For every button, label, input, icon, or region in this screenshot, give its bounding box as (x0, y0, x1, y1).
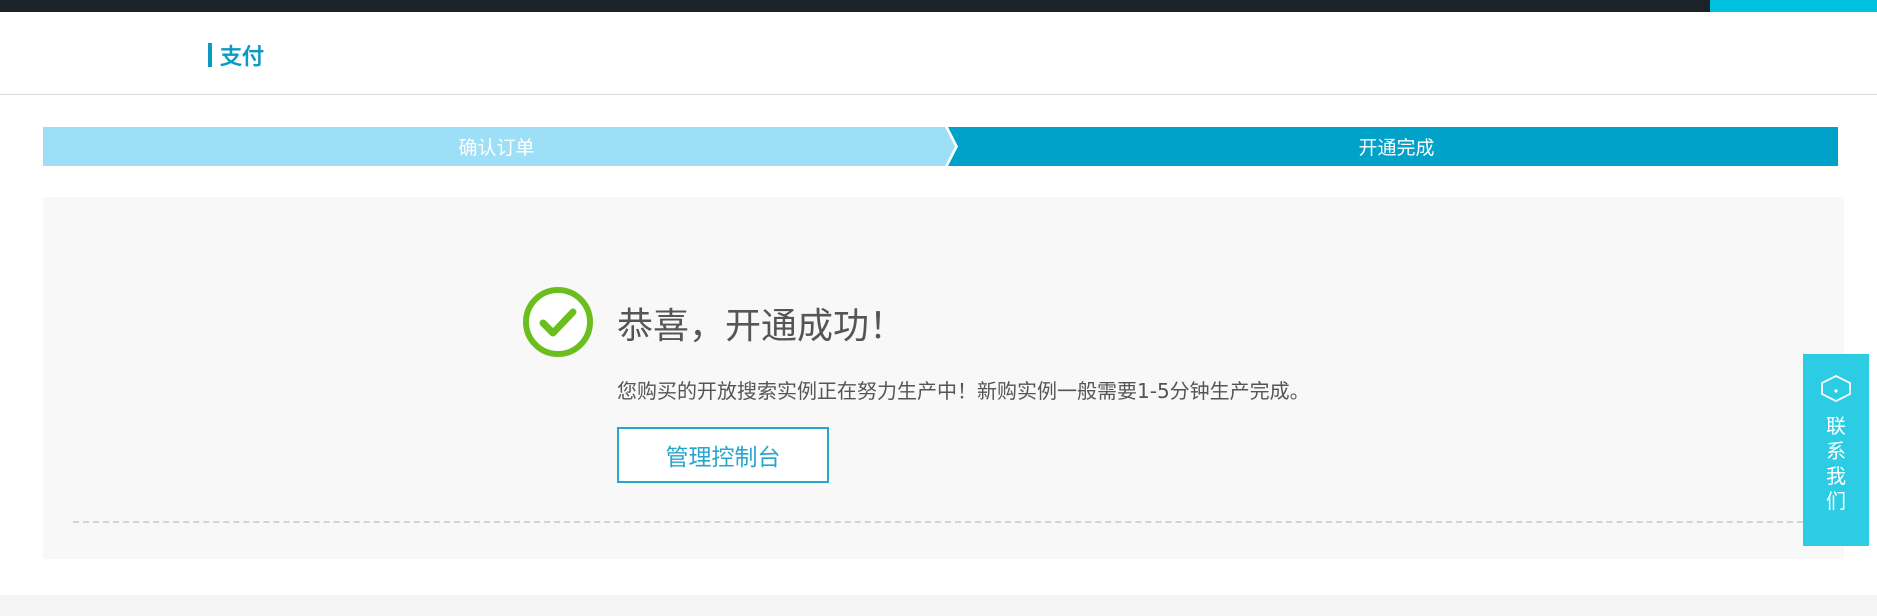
result-panel: 恭喜，开通成功！ 您购买的开放搜索实例正在努力生产中！新购实例一般需要1-5分钟… (43, 197, 1844, 559)
page-header: 支付 (0, 12, 1877, 95)
contact-us-widget[interactable]: 联系我们 (1803, 354, 1869, 546)
check-circle-icon (523, 287, 593, 357)
contact-us-label: 联系我们 (1826, 414, 1846, 513)
dashed-divider (73, 521, 1843, 523)
footer-strip (0, 595, 1877, 616)
page-title-text: 支付 (220, 45, 265, 70)
manage-console-button[interactable]: 管理控制台 (617, 427, 829, 483)
step-confirm-order-label: 确认订单 (458, 137, 535, 159)
success-description: 您购买的开放搜索实例正在努力生产中！新购实例一般需要1-5分钟生产完成。 (617, 379, 1310, 403)
top-bar-accent (1710, 0, 1877, 12)
step-confirm-order: 确认订单 (43, 127, 950, 166)
page-title: 支付 (208, 40, 264, 70)
success-title: 恭喜，开通成功！ (617, 306, 906, 347)
step-activation-complete-label: 开通完成 (1358, 137, 1435, 159)
step-activation-complete: 开通完成 (945, 127, 1838, 166)
chat-icon (1821, 374, 1851, 402)
title-accent-bar (208, 43, 212, 67)
progress-steps: 确认订单 开通完成 (43, 127, 1838, 166)
step-arrow-icon (945, 127, 958, 166)
top-bar (0, 0, 1877, 12)
